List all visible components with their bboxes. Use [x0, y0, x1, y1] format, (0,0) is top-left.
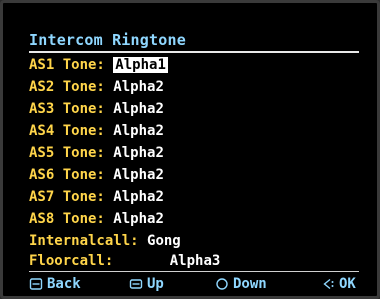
tone-value-selected[interactable]: Alpha1 [113, 57, 168, 73]
tone-value[interactable]: Alpha2 [113, 123, 164, 139]
page-title: Intercom Ringtone [29, 31, 186, 49]
internalcall-row[interactable]: Internalcall: Gong [29, 231, 181, 251]
floorcall-value[interactable]: Alpha3 [170, 253, 221, 269]
tone-row-as5[interactable]: AS5 Tone: Alpha2 [29, 143, 164, 163]
floorcall-label: Floorcall: [29, 253, 114, 269]
tone-label: AS8 Tone: [29, 211, 105, 227]
tone-row-as4[interactable]: AS4 Tone: Alpha2 [29, 121, 164, 141]
up-key-icon [129, 277, 143, 291]
tone-row-as8[interactable]: AS8 Tone: Alpha2 [29, 209, 164, 229]
ok-label: OK [339, 276, 356, 292]
tone-row-as3[interactable]: AS3 Tone: Alpha2 [29, 99, 164, 119]
up-softkey[interactable]: Up [129, 275, 164, 293]
down-label: Down [233, 276, 267, 292]
tone-row-as7[interactable]: AS7 Tone: Alpha2 [29, 187, 164, 207]
tone-label: AS7 Tone: [29, 189, 105, 205]
tone-label: AS3 Tone: [29, 101, 105, 117]
down-key-icon [215, 277, 229, 291]
tone-label: AS6 Tone: [29, 167, 105, 183]
tone-label: AS1 Tone: [29, 57, 105, 73]
internalcall-value[interactable]: Gong [147, 233, 181, 249]
tone-value[interactable]: Alpha2 [113, 189, 164, 205]
up-label: Up [147, 276, 164, 292]
back-softkey[interactable]: Back [29, 275, 81, 293]
tone-value[interactable]: Alpha2 [113, 145, 164, 161]
tone-row-as6[interactable]: AS6 Tone: Alpha2 [29, 165, 164, 185]
internalcall-label: Internalcall: [29, 233, 139, 249]
tone-label: AS5 Tone: [29, 145, 105, 161]
back-key-icon [29, 277, 43, 291]
tone-label: AS4 Tone: [29, 123, 105, 139]
tone-value[interactable]: Alpha2 [113, 167, 164, 183]
tone-row-as2[interactable]: AS2 Tone: Alpha2 [29, 77, 164, 97]
tone-label: AS2 Tone: [29, 79, 105, 95]
tone-row-as1[interactable]: AS1 Tone: Alpha1 [29, 55, 168, 75]
tone-value[interactable]: Alpha2 [113, 211, 164, 227]
back-label: Back [47, 276, 81, 292]
down-softkey[interactable]: Down [215, 275, 267, 293]
tone-value[interactable]: Alpha2 [113, 79, 164, 95]
tone-value[interactable]: Alpha2 [113, 101, 164, 117]
title-divider [29, 51, 359, 53]
floorcall-row[interactable]: Floorcall: Alpha3 [29, 251, 220, 271]
footer-divider [29, 271, 359, 272]
device-screen: Intercom Ringtone AS1 Tone: Alpha1 AS2 T… [0, 0, 380, 299]
ok-key-icon [321, 277, 335, 291]
ok-softkey[interactable]: OK [321, 275, 356, 293]
